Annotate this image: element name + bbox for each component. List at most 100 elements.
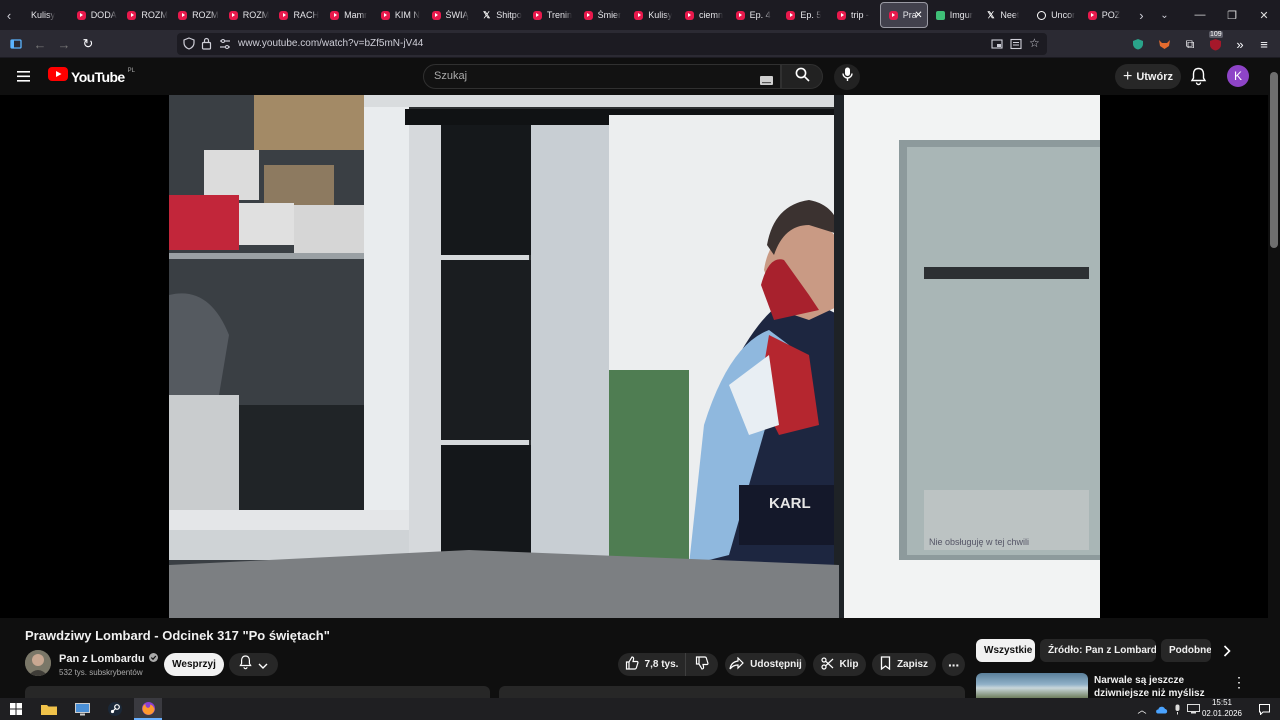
like-count: 7,8 tys. — [644, 659, 679, 670]
browser-tab[interactable]: ciemn — [677, 2, 728, 28]
close-window-icon[interactable]: ✕ — [1248, 0, 1280, 30]
youtube-favicon-icon — [634, 10, 644, 20]
tab-label: ROZM — [242, 10, 270, 20]
tab-label: Shitpo — [496, 10, 522, 20]
tray-overflow-chevron-icon[interactable]: ︿ — [1134, 698, 1150, 720]
ublock-extension-icon[interactable]: 109 — [1205, 31, 1225, 54]
browser-tab[interactable]: Kulisy — [18, 2, 69, 28]
dislike-button[interactable] — [685, 653, 718, 676]
youtube-header: YouTube PL Szukaj + Utwórz K — [0, 58, 1268, 95]
taskbar-clock[interactable]: 15:51 02.01.2026 — [1198, 697, 1246, 719]
share-button[interactable]: Udostępnij — [725, 653, 806, 676]
browser-tab[interactable]: Śmier — [576, 2, 627, 28]
youtube-logo[interactable]: YouTube PL — [48, 67, 135, 86]
forward-icon[interactable]: → — [54, 34, 74, 54]
tab-label: Kulisy — [31, 10, 56, 20]
browser-tab[interactable]: trip - — [829, 2, 880, 28]
close-tab-icon[interactable]: ✕ — [914, 10, 922, 21]
guide-menu-icon[interactable] — [14, 67, 34, 85]
tab-list-dropdown-icon[interactable]: ⌄ — [1152, 0, 1176, 30]
recommended-more-icon[interactable]: ⋮ — [1231, 674, 1247, 690]
tab-scroll-right-icon[interactable]: › — [1130, 0, 1152, 30]
youtube-favicon-icon — [178, 10, 188, 20]
channel-name-link[interactable]: Pan z Lombardu — [59, 653, 158, 665]
page-scrollbar-thumb[interactable] — [1270, 72, 1278, 248]
shield-icon[interactable] — [183, 37, 195, 55]
notification-center-icon[interactable] — [1250, 698, 1278, 720]
browser-tab[interactable]: DODA — [69, 2, 120, 28]
recommended-video-title[interactable]: Narwale są jeszcze dziwniejsze niż myśli… — [1094, 674, 1234, 698]
browser-tab[interactable]: ROZM — [170, 2, 221, 28]
steam-icon[interactable] — [101, 698, 129, 720]
create-button[interactable]: + Utwórz — [1115, 64, 1181, 89]
extension-shield-icon[interactable] — [1128, 34, 1148, 54]
browser-tab[interactable]: Uncor — [1029, 2, 1080, 28]
like-button[interactable]: 7,8 tys. — [618, 653, 685, 676]
firefox-icon[interactable] — [134, 698, 162, 720]
tab-label: Ep. 5 — [800, 10, 822, 20]
picture-in-picture-icon[interactable] — [991, 37, 1003, 55]
browser-tab[interactable]: 𝕏 Shitpo — [474, 2, 525, 28]
save-button[interactable]: Zapisz — [872, 653, 936, 676]
chips-next-chevron-icon[interactable] — [1217, 641, 1237, 661]
browser-tab[interactable]: Imgur — [928, 2, 979, 28]
youtube-logo-text: YouTube — [71, 68, 125, 85]
browser-tab[interactable]: KIM N — [373, 2, 424, 28]
clip-button[interactable]: Klip — [813, 653, 866, 676]
youtube-favicon-icon — [532, 10, 542, 20]
browser-tab[interactable]: ROZM — [221, 2, 272, 28]
lock-icon[interactable] — [201, 37, 212, 55]
browser-tab[interactable]: RACH — [271, 2, 322, 28]
permissions-icon[interactable] — [219, 37, 231, 55]
reader-view-icon[interactable] — [1010, 37, 1022, 55]
reload-icon[interactable]: ↻ — [78, 34, 98, 54]
more-actions-button[interactable]: ··· — [942, 653, 965, 676]
browser-tab[interactable]: ROZM — [119, 2, 170, 28]
more-tools-icon[interactable]: » — [1230, 34, 1250, 54]
voice-search-button[interactable] — [834, 64, 860, 90]
subscription-notifications-button[interactable] — [229, 653, 278, 676]
browser-tab[interactable]: ŚWIĄ — [424, 2, 475, 28]
video-frame-image: KARL Nie obsługuję w tej chwili — [169, 95, 1100, 618]
tab-label: Śmier — [597, 10, 622, 20]
browser-tab[interactable]: Trenin — [525, 2, 576, 28]
browser-tab[interactable]: Mamr — [322, 2, 373, 28]
menu-icon[interactable]: ≡ — [1254, 34, 1274, 54]
url-text[interactable]: www.youtube.com/watch?v=bZf5mN-jV44 — [238, 38, 423, 49]
browser-tab[interactable]: Pra ✕ — [879, 2, 928, 28]
browser-tab[interactable]: POZ — [1080, 2, 1131, 28]
computer-monitor-icon[interactable] — [68, 698, 96, 720]
notifications-bell-icon[interactable] — [1190, 67, 1207, 91]
search-input[interactable]: Szukaj — [423, 64, 781, 89]
extensions-puzzle-icon[interactable]: ⧉ — [1180, 34, 1200, 54]
browser-tab[interactable]: 𝕏 Neet — [978, 2, 1029, 28]
chip-all[interactable]: Wszystkie — [976, 639, 1035, 662]
video-frame[interactable]: KARL Nie obsługuję w tej chwili — [169, 95, 1100, 618]
extension-fox-icon[interactable] — [1154, 34, 1174, 54]
verified-check-icon — [148, 653, 158, 665]
browser-tab[interactable]: Kulisy — [626, 2, 677, 28]
back-icon[interactable]: ← — [30, 34, 50, 54]
chip-similar[interactable]: Podobne — [1161, 639, 1211, 662]
bookmark-star-icon[interactable]: ☆ — [1029, 36, 1040, 50]
restore-icon[interactable]: ❐ — [1216, 0, 1248, 30]
chip-source-channel[interactable]: Źródło: Pan z Lombardu — [1040, 639, 1156, 662]
join-button[interactable]: Wesprzyj — [164, 653, 224, 676]
account-avatar[interactable]: K — [1227, 65, 1249, 87]
channel-avatar[interactable] — [25, 650, 51, 676]
recommended-video-thumbnail[interactable] — [976, 673, 1088, 698]
keyboard-icon[interactable] — [760, 72, 773, 90]
circle-favicon-icon — [1037, 10, 1047, 20]
file-explorer-icon[interactable] — [35, 698, 63, 720]
address-bar[interactable]: www.youtube.com/watch?v=bZf5mN-jV44 ☆ — [177, 33, 1047, 55]
sidebar-toggle-icon[interactable] — [6, 34, 26, 54]
browser-tab[interactable]: Ep. 5 — [778, 2, 829, 28]
subscriber-count: 532 tys. subskrybentów — [59, 668, 143, 677]
chevron-down-icon — [258, 656, 268, 674]
tab-scroll-left-icon[interactable]: ‹ — [0, 0, 18, 30]
minimize-icon[interactable]: — — [1184, 0, 1216, 30]
browser-tab[interactable]: Ep. 4 — [728, 2, 779, 28]
hoodie-print: KARL — [769, 495, 811, 512]
search-button[interactable] — [781, 64, 823, 89]
windows-start-icon[interactable] — [2, 698, 30, 720]
